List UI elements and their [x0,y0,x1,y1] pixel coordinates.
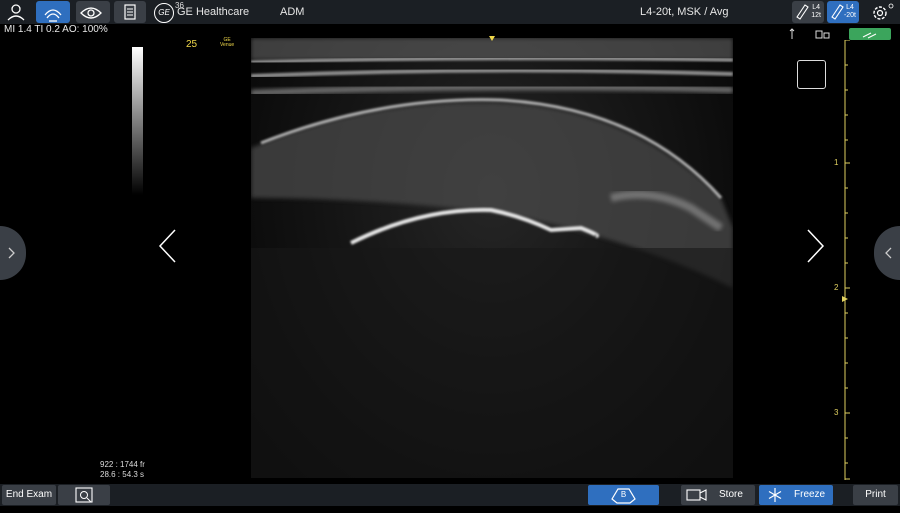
bottom-toolbar: End Exam B Store Freeze Print [0,484,900,506]
chevron-left-icon[interactable] [157,228,177,264]
cine-info: 922 : 1744 fr 28.6 : 54.3 s [100,460,145,480]
freeze-label: Freeze [794,489,826,500]
usb-icon [789,28,795,39]
depth-scale [842,40,850,480]
end-exam-button[interactable]: End Exam [2,485,56,505]
probe-tag-text: L4 -20t [843,4,856,19]
battery-plug-icon [862,32,877,39]
settings-button[interactable] [868,2,896,22]
focus-marker [489,36,495,41]
snowflake-icon [768,488,782,502]
chevron-left-icon [885,247,892,259]
report-icon [124,4,136,20]
acoustic-params: MI 1.4 TI 0.2 AO: 100% [4,24,108,35]
probe-preset-label: L4-20t, MSK / Avg [640,6,729,18]
venue-mark: GE Venue [220,37,235,48]
freeze-button[interactable]: Freeze [759,485,833,505]
probe-select-button-1[interactable]: L4 12t [792,1,824,23]
operator-label: ADM [280,6,305,18]
chevron-right-icon [8,247,15,259]
ultrasound-image[interactable] [251,38,733,478]
frame-number: 25 [186,39,198,50]
video-camera-icon [686,489,707,501]
patient-icon [7,4,25,21]
chevron-right-icon[interactable] [806,228,826,264]
print-button[interactable]: Print [853,485,898,505]
brand-logo: GE [154,3,174,23]
probe-scan-icon [44,9,62,22]
depth-label-3: 3 [834,408,839,417]
status-icons [788,28,844,42]
settings-gear-icon [873,3,894,20]
screenshot-icon [75,487,93,503]
network-icon [815,30,830,39]
probe-scan-button[interactable] [36,1,70,23]
view-button[interactable]: 36 [76,1,184,23]
store-label: Store [719,489,743,500]
roi-box-button[interactable] [797,60,826,89]
patient-button[interactable] [2,1,30,23]
b-mode-label: B [620,490,627,499]
depth-label-1: 1 [834,158,839,167]
eye-icon [80,7,102,19]
left-panel-toggle[interactable] [0,226,26,280]
top-toolbar: 36 GE GE Healthcare ADM L4-20t, MSK / Av… [0,0,900,24]
probe-tag-icon [831,4,844,20]
probe-tag-text: L4 12t [811,4,821,19]
depth-label-2: 2 [834,283,839,292]
grayscale-bar [132,47,143,195]
battery-indicator [849,28,891,40]
b-mode-button[interactable]: B [588,485,659,505]
report-button[interactable] [114,1,146,23]
brand-name: GE Healthcare [177,6,250,18]
store-button[interactable]: Store [681,485,755,505]
right-panel-toggle[interactable] [874,226,900,280]
probe-tag-icon [796,4,809,20]
cine-time: 28.6 : 54.3 s [100,470,145,479]
cine-frames: 922 : 1744 fr [100,460,145,469]
probe-select-button-2[interactable]: L4 -20t [827,1,859,23]
screenshot-button[interactable] [58,485,110,505]
